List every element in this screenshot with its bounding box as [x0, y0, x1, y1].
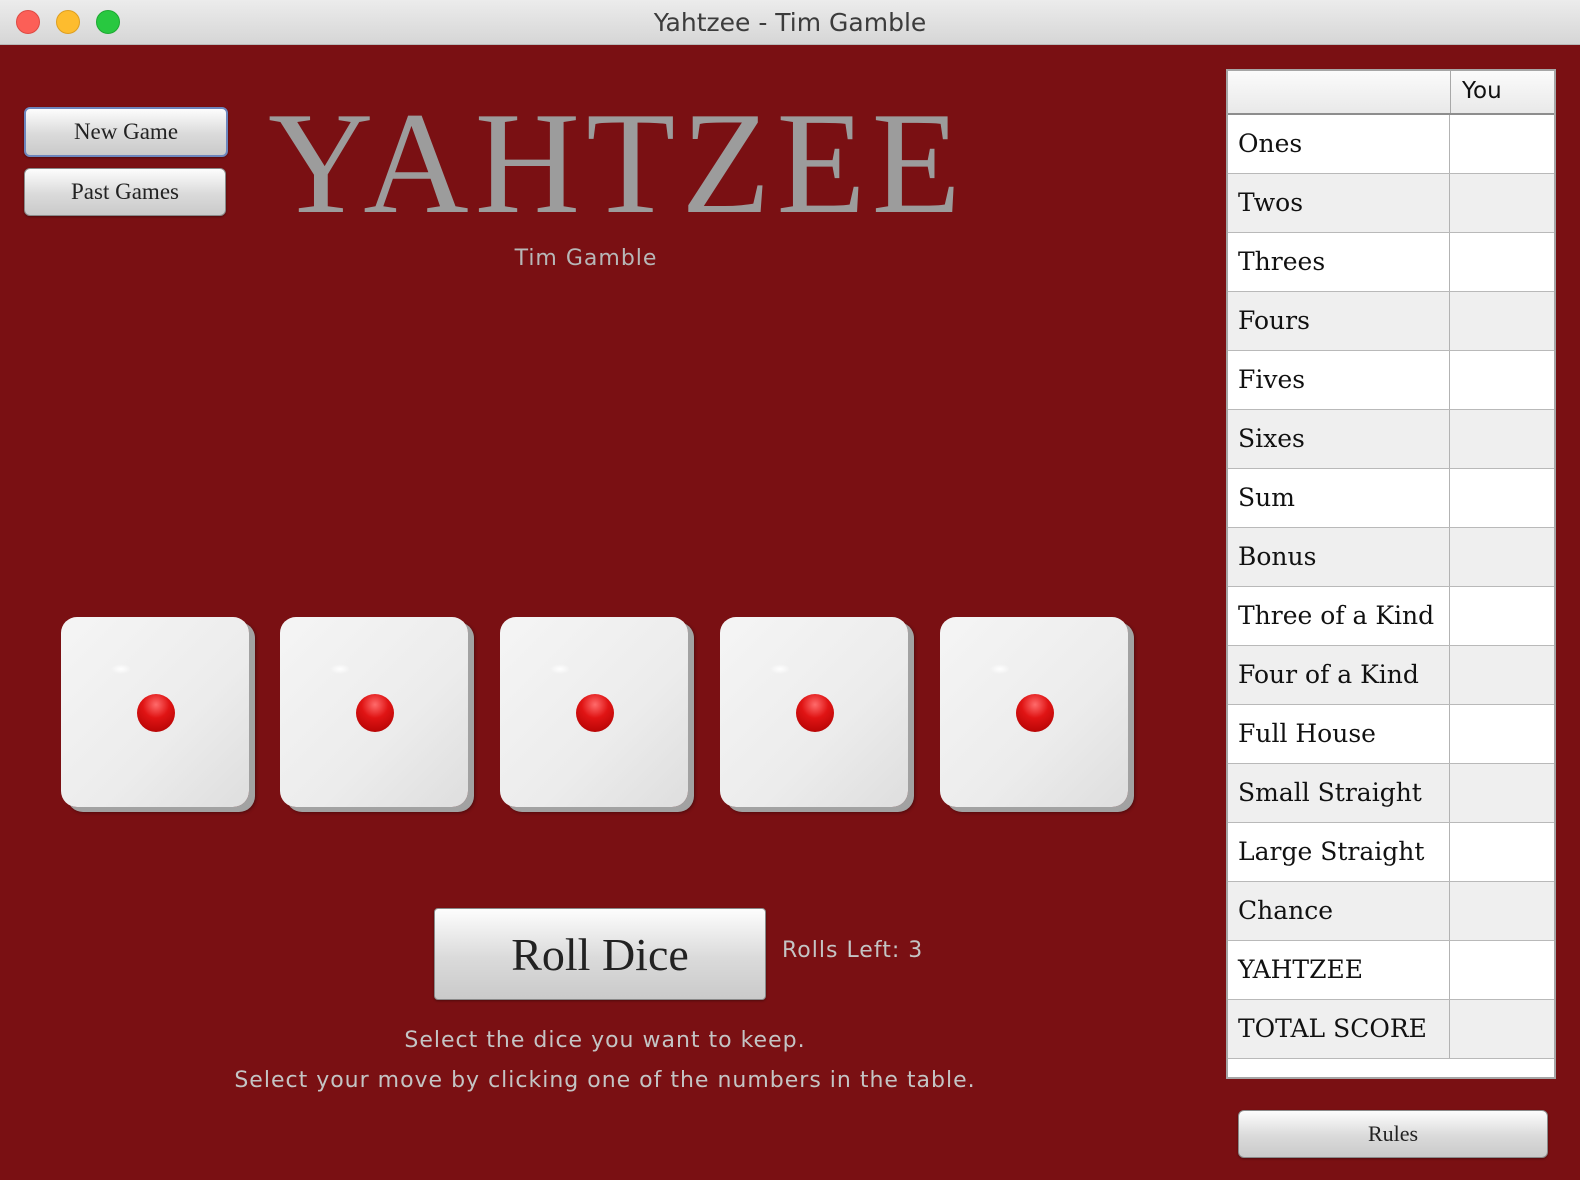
score-category-label: Four of a Kind	[1228, 646, 1450, 704]
new-game-button[interactable]: New Game	[24, 107, 228, 157]
die-glint	[550, 664, 570, 674]
score-cell-large-straight[interactable]	[1450, 823, 1554, 881]
score-row-ones: Ones	[1228, 115, 1554, 174]
score-category-label: Chance	[1228, 882, 1450, 940]
instruction-keep-dice: Select the dice you want to keep.	[404, 1028, 806, 1053]
score-row-threes: Threes	[1228, 233, 1554, 292]
score-cell-twos[interactable]	[1450, 174, 1554, 232]
die-2[interactable]	[280, 617, 468, 807]
score-category-label: Ones	[1228, 115, 1450, 173]
score-row-fours: Fours	[1228, 292, 1554, 351]
scorecard-header-player: You	[1462, 78, 1502, 104]
score-row-bonus: Bonus	[1228, 528, 1554, 587]
score-cell-three-of-a-kind[interactable]	[1450, 587, 1554, 645]
die-3[interactable]	[500, 617, 688, 807]
score-cell-bonus	[1450, 528, 1554, 586]
die-glint	[330, 664, 350, 674]
past-games-button[interactable]: Past Games	[24, 168, 226, 216]
die-4[interactable]	[720, 617, 908, 807]
score-row-sum: Sum	[1228, 469, 1554, 528]
score-category-label: Small Straight	[1228, 764, 1450, 822]
die-pip	[576, 694, 614, 732]
die-glint	[770, 664, 790, 674]
author-name: Tim Gamble	[514, 246, 658, 271]
scorecard-table: You Ones Twos Threes Fours Fives Sixes S…	[1226, 69, 1556, 1079]
score-row-sixes: Sixes	[1228, 410, 1554, 469]
game-logo: YAHTZEE	[268, 82, 967, 244]
score-row-chance: Chance	[1228, 882, 1554, 941]
window-title: Yahtzee - Tim Gamble	[653, 8, 927, 37]
score-cell-yahtzee[interactable]	[1450, 941, 1554, 999]
score-category-label: Fives	[1228, 351, 1450, 409]
score-cell-fives[interactable]	[1450, 351, 1554, 409]
score-row-small-straight: Small Straight	[1228, 764, 1554, 823]
die-pip	[356, 694, 394, 732]
score-category-label: Bonus	[1228, 528, 1450, 586]
score-category-label: Sixes	[1228, 410, 1450, 468]
instruction-select-move: Select your move by clicking one of the …	[234, 1068, 976, 1093]
score-category-label: Full House	[1228, 705, 1450, 763]
score-category-label: TOTAL SCORE	[1228, 1000, 1450, 1058]
window-titlebar: Yahtzee - Tim Gamble	[0, 0, 1580, 45]
rolls-left-label: Rolls Left: 3	[782, 938, 924, 963]
score-cell-four-of-a-kind[interactable]	[1450, 646, 1554, 704]
score-row-large-straight: Large Straight	[1228, 823, 1554, 882]
die-pip	[796, 694, 834, 732]
die-glint	[111, 664, 131, 674]
score-row-full-house: Full House	[1228, 705, 1554, 764]
roll-dice-button[interactable]: Roll Dice	[434, 908, 766, 1000]
score-row-twos: Twos	[1228, 174, 1554, 233]
die-pip	[1016, 694, 1054, 732]
score-cell-small-straight[interactable]	[1450, 764, 1554, 822]
die-1[interactable]	[61, 617, 249, 807]
rules-button[interactable]: Rules	[1238, 1110, 1548, 1158]
score-cell-sixes[interactable]	[1450, 410, 1554, 468]
score-cell-threes[interactable]	[1450, 233, 1554, 291]
score-category-label: YAHTZEE	[1228, 941, 1450, 999]
scorecard-header: You	[1228, 71, 1554, 115]
score-cell-sum	[1450, 469, 1554, 527]
score-category-label: Three of a Kind	[1228, 587, 1450, 645]
score-category-label: Threes	[1228, 233, 1450, 291]
score-row-four-of-a-kind: Four of a Kind	[1228, 646, 1554, 705]
die-glint	[990, 664, 1010, 674]
die-5[interactable]	[940, 617, 1128, 807]
score-category-label: Large Straight	[1228, 823, 1450, 881]
score-cell-total-score	[1450, 1000, 1554, 1058]
score-cell-full-house[interactable]	[1450, 705, 1554, 763]
score-cell-ones[interactable]	[1450, 115, 1554, 173]
score-row-fives: Fives	[1228, 351, 1554, 410]
scorecard-header-category	[1228, 71, 1451, 113]
score-row-three-of-a-kind: Three of a Kind	[1228, 587, 1554, 646]
die-pip	[137, 694, 175, 732]
score-cell-chance[interactable]	[1450, 882, 1554, 940]
score-category-label: Sum	[1228, 469, 1450, 527]
score-category-label: Fours	[1228, 292, 1450, 350]
score-row-yahtzee: YAHTZEE	[1228, 941, 1554, 1000]
score-row-total-score: TOTAL SCORE	[1228, 1000, 1554, 1059]
score-cell-fours[interactable]	[1450, 292, 1554, 350]
score-category-label: Twos	[1228, 174, 1450, 232]
